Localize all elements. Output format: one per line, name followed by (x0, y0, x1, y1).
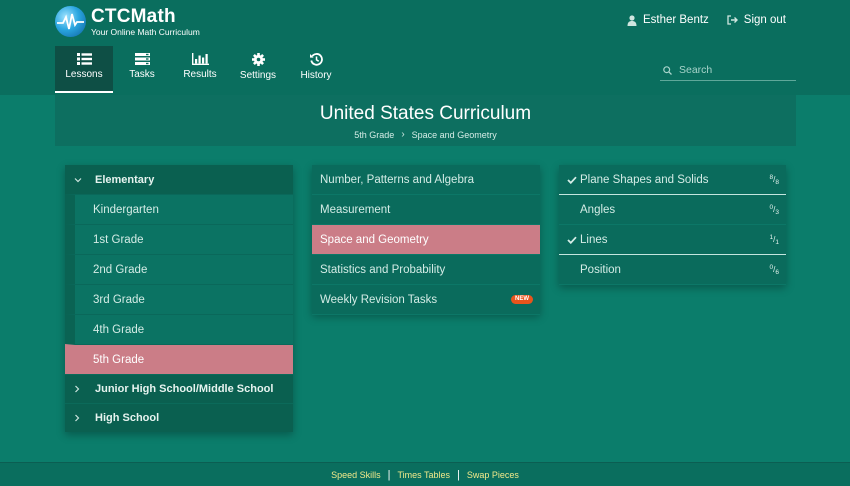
section-elementary[interactable]: Elementary (65, 165, 293, 194)
topic-label: Measurement (320, 203, 391, 216)
lesson-item-lines[interactable]: Lines 1/1 (559, 225, 786, 255)
footer-link-swap-pieces[interactable]: Swap Pieces (467, 470, 519, 480)
nav-lessons[interactable]: Lessons (55, 46, 113, 93)
lesson-item-position[interactable]: Position 0/6 (559, 255, 786, 285)
nav-settings[interactable]: Settings (229, 46, 287, 93)
main-nav: Lessons Tasks Results Settings History (55, 46, 345, 94)
lesson-label: Position (580, 263, 621, 276)
search-icon (663, 65, 672, 75)
search-input[interactable] (679, 64, 789, 76)
nav-results[interactable]: Results (171, 46, 229, 93)
chevron-right-icon (74, 385, 86, 393)
lesson-progress: 0/6 (769, 264, 779, 276)
user-area: Esther Bentz Sign out (609, 14, 786, 26)
nav-lessons-label: Lessons (65, 69, 103, 80)
lesson-label: Plane Shapes and Solids (580, 173, 709, 186)
search-box (660, 60, 796, 81)
curriculum-banner: United States Curriculum 5th Grade › Spa… (55, 95, 796, 146)
brand-tagline: Your Online Math Curriculum (91, 26, 200, 37)
lesson-item-angles[interactable]: Angles 0/3 (559, 195, 786, 225)
breadcrumb-topic[interactable]: Space and Geometry (412, 130, 497, 140)
topic-item-statistics-probability[interactable]: Statistics and Probability (312, 255, 540, 285)
topic-label: Number, Patterns and Algebra (320, 173, 475, 186)
bar-chart-icon (191, 53, 209, 65)
user-name: Esther Bentz (642, 14, 709, 26)
sign-out-label: Sign out (743, 14, 786, 26)
footer-bar: Speed Skills | Times Tables | Swap Piece… (0, 462, 850, 486)
lesson-progress: 8/8 (769, 174, 779, 186)
topic-panel: Number, Patterns and Algebra Measurement… (312, 165, 540, 315)
section-junior-high-label: Junior High School/Middle School (95, 383, 274, 395)
level-panel: Elementary Kindergarten 1st Grade 2nd Gr… (65, 165, 293, 432)
user-profile-link[interactable]: Esther Bentz (627, 14, 709, 26)
grade-item-1st[interactable]: 1st Grade (65, 224, 293, 254)
section-high-school-label: High School (95, 412, 160, 424)
footer-link-times-tables[interactable]: Times Tables (397, 470, 450, 480)
nav-results-label: Results (183, 69, 217, 80)
lesson-label: Angles (580, 203, 616, 216)
breadcrumb-separator-icon: › (401, 129, 405, 140)
grade-item-kindergarten[interactable]: Kindergarten (65, 194, 293, 224)
section-high-school[interactable]: High School (65, 403, 293, 432)
grade-list: Kindergarten 1st Grade 2nd Grade 3rd Gra… (65, 194, 293, 374)
topic-item-space-geometry[interactable]: Space and Geometry (312, 225, 540, 255)
page-title: United States Curriculum (319, 103, 532, 124)
chevron-right-icon (74, 414, 86, 422)
lesson-panel: Plane Shapes and Solids 8/8 Angles 0/3 L… (559, 165, 786, 285)
nav-history[interactable]: History (287, 46, 345, 93)
lesson-item-plane-shapes[interactable]: Plane Shapes and Solids 8/8 (559, 165, 786, 195)
breadcrumb-grade[interactable]: 5th Grade (354, 130, 394, 140)
new-badge: NEW (511, 295, 533, 304)
check-icon (559, 236, 580, 244)
brand-name: CTCMath (91, 5, 176, 27)
footer-divider: | (457, 468, 460, 481)
breadcrumb: 5th Grade › Space and Geometry (55, 129, 796, 140)
check-icon (559, 176, 580, 184)
grade-item-2nd[interactable]: 2nd Grade (65, 254, 293, 284)
topic-label: Weekly Revision Tasks (320, 293, 438, 306)
tasks-icon (134, 53, 150, 65)
grade-item-5th[interactable]: 5th Grade (65, 344, 293, 374)
footer-divider: | (387, 468, 391, 481)
grade-item-4th[interactable]: 4th Grade (65, 314, 293, 344)
globe-logo-icon (55, 6, 86, 37)
grade-item-3rd[interactable]: 3rd Grade (65, 284, 293, 314)
topic-item-measurement[interactable]: Measurement (312, 195, 540, 225)
nav-tasks[interactable]: Tasks (113, 46, 171, 93)
top-bar: CTCMath Your Online Math Curriculum Esth… (0, 0, 850, 95)
topic-item-number-patterns-algebra[interactable]: Number, Patterns and Algebra (312, 165, 540, 195)
nav-tasks-label: Tasks (129, 69, 155, 80)
lesson-label: Lines (580, 233, 608, 246)
list-icon (76, 53, 92, 65)
lesson-progress: 0/3 (769, 204, 779, 216)
gear-icon (251, 53, 265, 66)
nav-settings-label: Settings (239, 70, 277, 81)
user-icon (627, 14, 637, 26)
history-icon (309, 53, 323, 66)
section-elementary-label: Elementary (95, 173, 155, 186)
topic-label: Space and Geometry (320, 233, 429, 246)
chevron-down-icon (74, 177, 86, 183)
sign-out-icon (727, 15, 738, 25)
topic-label: Statistics and Probability (320, 263, 446, 276)
lesson-progress: 1/1 (769, 234, 779, 246)
sign-out-link[interactable]: Sign out (727, 14, 786, 26)
footer-link-speed-skills[interactable]: Speed Skills (331, 470, 381, 480)
section-junior-high[interactable]: Junior High School/Middle School (65, 374, 293, 403)
nav-history-label: History (300, 70, 332, 81)
topic-item-weekly-revision[interactable]: Weekly Revision Tasks NEW (312, 285, 540, 315)
brand-logo[interactable]: CTCMath Your Online Math Curriculum (55, 6, 200, 37)
